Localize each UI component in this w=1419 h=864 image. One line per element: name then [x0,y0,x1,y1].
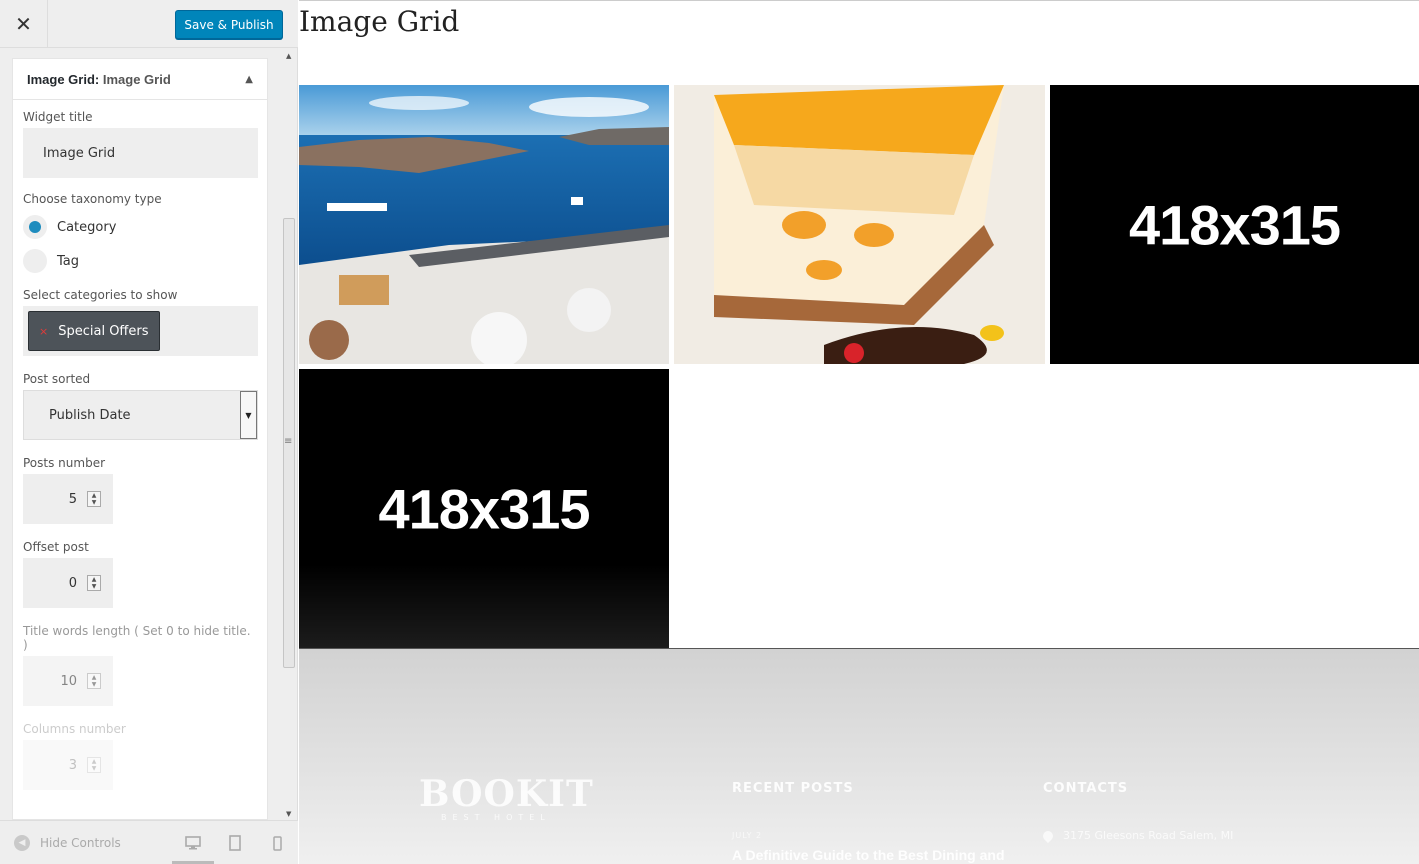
offset-post-value: 0 [68,575,77,591]
radio-checked-icon[interactable] [23,215,47,239]
contacts-heading: CONTACTS [1043,781,1129,796]
widget-header[interactable]: Image Grid: Image Grid ▲ [12,58,268,100]
spinner-icon[interactable]: ▲ ▼ [87,757,101,773]
post-date: JULY 2 [732,831,763,840]
panel-footer: ◀ Hide Controls [0,820,298,864]
widget-panel: Image Grid: Image Grid ▲ Widget title Im… [12,58,268,820]
mobile-icon[interactable] [267,833,287,853]
posts-number-value: 5 [68,491,77,507]
collapse-left-icon: ◀ [14,834,30,851]
radio-label: Category [57,219,117,235]
recent-posts-heading: RECENT POSTS [732,781,854,796]
post-sorted-value: Publish Date [49,407,131,423]
recent-post-link[interactable]: A Definitive Guide to the Best Dining an… [732,847,1005,863]
spinner-icon[interactable]: ▲ ▼ [87,491,101,507]
offset-post-stepper[interactable]: 0 ▲ ▼ [23,558,113,608]
placeholder-size-label: 418x315 [1128,193,1341,256]
scroll-up-icon[interactable]: ▲ [286,52,291,60]
posts-number-stepper[interactable]: 5 ▲ ▼ [23,474,113,524]
site-footer: BOOKIT BEST HOTEL RECENT POSTS CONTACTS … [299,649,1419,864]
radio-label: Tag [57,253,80,269]
panel-header: ✕ Save & Publish [0,0,298,48]
widget-form: Widget title Image Grid Choose taxonomy … [12,100,268,820]
tablet-icon[interactable] [225,833,245,853]
grid-image-sea-view[interactable] [299,85,669,364]
category-chip: × Special Offers [28,311,160,351]
hide-controls-label: Hide Controls [40,835,121,850]
posts-number-label: Posts number [23,456,106,470]
columns-label: Columns number [23,722,126,736]
title-words-value: 10 [60,673,77,689]
widget-heading: Image Grid: Image Grid [27,72,171,87]
spinner-icon[interactable]: ▲ ▼ [87,575,101,591]
categories-select[interactable]: × Special Offers [23,306,258,356]
placeholder-size-label: 418x315 [378,477,590,540]
close-icon: ✕ [15,12,32,36]
widget-heading-name: Image Grid [102,71,171,87]
grid-image-placeholder[interactable]: 418x315 [1050,85,1419,364]
hide-controls-button[interactable]: ◀ Hide Controls [14,834,121,851]
widget-heading-prefix: Image Grid: [27,71,100,87]
grid-image-cheesecake[interactable] [674,85,1045,364]
taxonomy-label: Choose taxonomy type [23,192,162,206]
radio-unchecked-icon[interactable] [23,249,47,273]
chevron-down-icon[interactable]: ▼ [240,391,257,439]
contact-address-text: 3175 Gleesons Road Salem, MI [1063,829,1234,842]
title-words-stepper[interactable]: 10 ▲ ▼ [23,656,113,706]
taxonomy-option-category[interactable]: Category [23,210,257,244]
scroll-down-icon[interactable]: ▼ [286,810,291,818]
widget-title: Image Grid [299,5,460,38]
brand-tagline: BEST HOTEL [441,813,551,822]
widget-title-input[interactable]: Image Grid [23,128,258,178]
columns-stepper[interactable]: 3 ▲ ▼ [23,740,113,790]
remove-icon[interactable]: × [39,325,48,338]
title-words-label: Title words length ( Set 0 to hide title… [23,624,251,652]
columns-value: 3 [68,757,77,773]
taxonomy-option-tag[interactable]: Tag [23,244,257,278]
categories-label: Select categories to show [23,288,178,302]
contact-address: 3175 Gleesons Road Salem, MI [1040,828,1234,843]
post-sorted-select[interactable]: Publish Date ▼ [23,390,258,440]
spinner-icon[interactable]: ▲ ▼ [87,673,101,689]
save-publish-button[interactable]: Save & Publish [175,10,283,39]
resize-grip-icon[interactable]: ≡ [284,436,292,447]
brand-logo[interactable]: BOOKIT [419,773,594,815]
desktop-icon[interactable] [183,833,203,853]
close-button[interactable]: ✕ [0,0,48,48]
category-chip-label: Special Offers [58,323,149,339]
triangle-up-icon[interactable]: ▲ [245,74,253,85]
grid-image-placeholder[interactable]: 418x315 [299,369,669,648]
post-sorted-label: Post sorted [23,372,91,386]
panel-scrollbar[interactable]: ▲ ▼ [282,48,296,820]
customizer-panel: ✕ Save & Publish Image Grid: Image Grid … [0,0,298,864]
location-pin-icon [1040,828,1056,843]
widget-title-label: Widget title [23,110,93,124]
site-preview: Image Grid 418x315 418x315 BOOKIT BEST H… [299,0,1419,864]
offset-post-label: Offset post [23,540,89,554]
